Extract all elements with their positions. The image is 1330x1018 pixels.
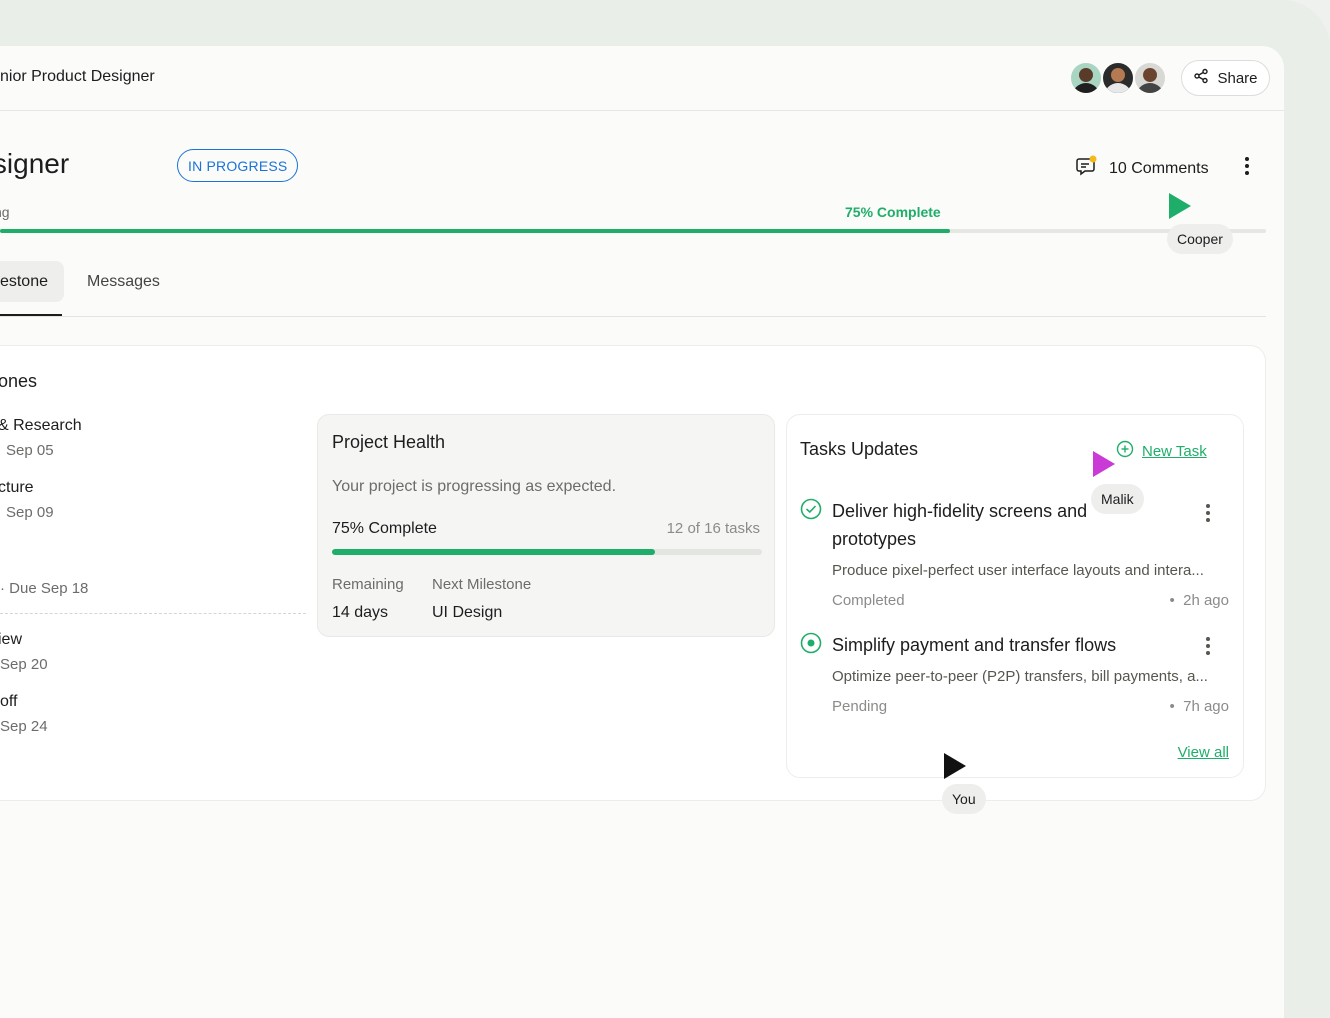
status-badge: IN PROGRESS [177, 149, 299, 182]
comments-label: 10 Comments [1109, 159, 1209, 177]
avatar[interactable] [1069, 61, 1103, 95]
you-cursor-label: You [942, 784, 986, 814]
top-bar: nior Product Designer Share [0, 46, 1284, 111]
project-health-description: Your project is progressing as expected. [332, 478, 617, 495]
health-progress-bar [332, 549, 762, 555]
you-cursor-icon [942, 752, 968, 785]
comment-icon [1075, 154, 1099, 183]
next-milestone-label: Next Milestone [432, 576, 532, 593]
malik-cursor-icon [1091, 450, 1117, 483]
task-description: Optimize peer-to-peer (P2P) transfers, b… [832, 668, 1208, 685]
new-task-label: New Task [1142, 442, 1207, 460]
next-milestone-value: UI Design [432, 604, 503, 621]
task-more-icon[interactable] [1205, 503, 1211, 528]
task-status: Completed [832, 592, 905, 609]
task-description: Produce pixel-perfect user interface lay… [832, 562, 1204, 579]
milestone-due: · Due Sep 18 [0, 580, 89, 597]
project-progress-bar [0, 229, 1266, 233]
new-task-button[interactable]: New Task [1116, 440, 1207, 462]
cooper-cursor-label: Cooper [1167, 224, 1233, 254]
view-all-link[interactable]: View all [1178, 744, 1229, 761]
milestone-name[interactable]: cture [0, 479, 34, 497]
task-more-icon[interactable] [1205, 636, 1211, 661]
progress-percent: 75% Complete [845, 204, 941, 220]
tasks-updates-title: Tasks Updates [800, 439, 919, 459]
milestone-name[interactable]: & Research [0, 417, 82, 435]
check-circle-icon[interactable] [800, 498, 822, 520]
project-health-title: Project Health [332, 432, 446, 452]
share-label: Share [1217, 69, 1258, 87]
plus-circle-icon [1116, 440, 1134, 462]
share-button[interactable]: Share [1181, 60, 1270, 96]
project-health-card: Project Health Your project is progressi… [317, 414, 775, 637]
page-title: uct Designer [0, 148, 70, 179]
milestone-due: Sep 05 [6, 442, 54, 459]
task-title[interactable]: Deliver high-fidelity screens and protot… [832, 497, 1122, 553]
cooper-cursor-icon [1167, 192, 1193, 225]
milestone-due: Sep 09 [6, 504, 54, 521]
task-title[interactable]: Simplify payment and transfer flows [832, 631, 1192, 659]
health-percent: 75% Complete [332, 520, 437, 537]
task-status: Pending [832, 698, 888, 715]
milestone-name[interactable]: off [0, 693, 18, 711]
more-options-icon[interactable] [1244, 156, 1250, 181]
progress-label-left: ng [0, 204, 10, 220]
health-progress-fill [332, 549, 655, 555]
task-time: • 7h ago [1169, 698, 1229, 715]
project-progress-fill [0, 229, 950, 233]
remaining-label: Remaining [332, 576, 404, 593]
malik-cursor-label: Malik [1091, 484, 1144, 514]
tasks-updates-card: Tasks Updates New Task Deliver high-fide… [786, 414, 1244, 778]
remaining-value: 14 days [332, 604, 389, 621]
breadcrumb[interactable]: nior Product Designer [0, 68, 155, 86]
tab-milestone[interactable]: estone [0, 261, 64, 302]
comments-button[interactable]: 10 Comments [1075, 154, 1209, 183]
tab-messages[interactable]: Messages [87, 273, 160, 291]
milestone-divider [0, 613, 306, 614]
milestone-due: Sep 20 [0, 656, 48, 673]
avatar[interactable] [1101, 61, 1135, 95]
milestone-due: Sep 24 [0, 718, 48, 735]
milestones-title: ones [0, 371, 38, 391]
milestone-name[interactable]: iew [0, 631, 22, 649]
app-window: nior Product Designer Share igner IN PRO… [0, 46, 1284, 1018]
collaborator-avatars[interactable] [1069, 61, 1167, 95]
avatar[interactable] [1133, 61, 1167, 95]
share-icon [1193, 68, 1209, 88]
task-time: • 2h ago [1169, 592, 1229, 609]
pending-circle-icon[interactable] [800, 632, 822, 654]
tabs-divider [0, 316, 1266, 317]
health-task-count: 12 of 16 tasks [666, 520, 760, 537]
